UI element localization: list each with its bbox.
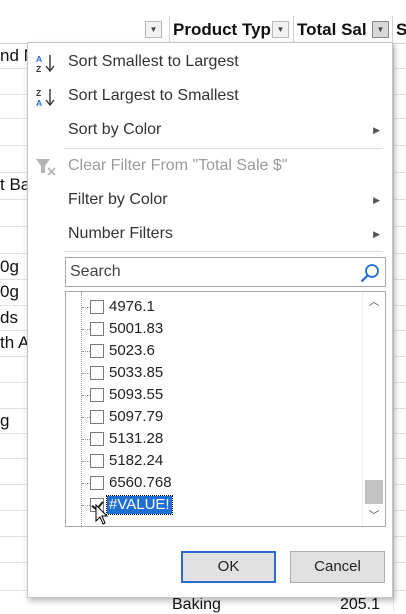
value-label: 5182.24 <box>109 452 164 469</box>
list-item[interactable]: 4976.1 <box>66 296 362 318</box>
tree-connector <box>82 417 90 418</box>
sort-descending-icon: Z A <box>36 88 55 107</box>
menu-label: Number Filters <box>68 225 173 242</box>
value-checkbox[interactable] <box>90 476 104 490</box>
value-checkbox[interactable] <box>90 388 104 402</box>
list-item[interactable]: 6560.768 <box>66 472 362 494</box>
tree-connector <box>82 461 90 462</box>
cell-text: t Ba <box>0 175 31 194</box>
list-item[interactable]: 5131.28 <box>66 428 362 450</box>
tree-connector <box>82 439 90 440</box>
cancel-button[interactable]: Cancel <box>290 551 385 583</box>
value-label: 6560.768 <box>109 474 172 491</box>
value-checkbox[interactable] <box>90 410 104 424</box>
svg-text:Z: Z <box>36 88 41 98</box>
scroll-down-arrow-icon[interactable]: ﹀ <box>363 506 385 526</box>
list-item[interactable]: 5001.83 <box>66 318 362 340</box>
menu-label: Sort by Color <box>68 121 162 138</box>
search-input[interactable] <box>66 258 356 286</box>
value-label: 5093.55 <box>109 386 164 403</box>
list-item[interactable]: 5093.55 <box>66 384 362 406</box>
sort-by-color-item[interactable]: Sort by Color ▶ <box>28 113 392 147</box>
svg-text:A: A <box>36 98 42 107</box>
submenu-arrow-icon: ▶ <box>373 229 380 239</box>
filter-by-color-item[interactable]: Filter by Color ▶ <box>28 183 392 217</box>
value-label: #VALUE! <box>106 495 173 515</box>
menu-separator <box>64 251 382 252</box>
value-label: 4976.1 <box>109 298 155 315</box>
sort-ascending-item[interactable]: A Z Sort Smallest to Largest <box>28 45 392 79</box>
filter-dropdown-button[interactable]: ▼ <box>272 21 289 38</box>
value-checkbox[interactable] <box>90 366 104 380</box>
cell-text: ds <box>0 308 18 327</box>
submenu-arrow-icon: ▶ <box>373 125 380 135</box>
svg-text:Z: Z <box>36 64 41 73</box>
value-label: 5097.79 <box>109 408 164 425</box>
list-item[interactable]: 5033.85 <box>66 362 362 384</box>
cell-text: th A <box>0 333 30 352</box>
header-cell-prev: ▼ <box>0 16 170 44</box>
tree-connector <box>82 373 90 374</box>
tree-connector <box>82 329 90 330</box>
cell-text: 0g <box>0 282 19 301</box>
value-label: 5001.83 <box>109 320 164 337</box>
list-item[interactable]: 5097.79 <box>66 406 362 428</box>
scroll-up-arrow-icon[interactable]: ︿ <box>363 292 385 312</box>
clear-filter-icon <box>36 159 56 176</box>
svg-text:A: A <box>36 54 42 64</box>
tree-connector <box>82 483 90 484</box>
sort-ascending-icon: A Z <box>36 54 55 73</box>
menu-label: Sort Smallest to Largest <box>68 53 239 70</box>
mouse-pointer-icon <box>95 504 109 525</box>
column-gridline <box>393 44 394 612</box>
value-checkbox[interactable] <box>90 432 104 446</box>
sort-descending-item[interactable]: Z A Sort Largest to Smallest <box>28 79 392 113</box>
list-item[interactable]: 5023.6 <box>66 340 362 362</box>
cell-category: Baking <box>172 596 221 613</box>
header-row: ▼ Product Typ ▼ Total Sal ▼ S <box>0 16 406 44</box>
list-item-selected[interactable]: #VALUE! <box>66 494 362 516</box>
submenu-arrow-icon: ▶ <box>373 195 380 205</box>
header-label: Product Typ <box>173 20 271 39</box>
search-icon[interactable] <box>359 262 381 284</box>
scrollbar-thumb[interactable] <box>365 480 383 504</box>
value-checkbox[interactable] <box>90 300 104 314</box>
menu-label: Filter by Color <box>68 191 168 208</box>
search-box <box>65 257 386 287</box>
list-item[interactable]: 5182.24 <box>66 450 362 472</box>
list-scrollbar[interactable]: ︿ ﹀ <box>362 292 385 526</box>
value-checkbox[interactable] <box>90 454 104 468</box>
header-cell-total-sale: Total Sal ▼ <box>294 16 393 44</box>
header-label: Total Sal <box>297 20 367 39</box>
value-label: 5033.85 <box>109 364 164 381</box>
menu-label: Sort Largest to Smallest <box>68 87 239 104</box>
cell-text: g <box>0 411 10 430</box>
filter-dropdown-button[interactable]: ▼ <box>145 21 162 38</box>
number-filters-item[interactable]: Number Filters ▶ <box>28 217 392 251</box>
value-label: 5131.28 <box>109 430 164 447</box>
filter-dropdown-button-active[interactable]: ▼ <box>372 21 389 38</box>
clear-filter-item[interactable]: Clear Filter From "Total Sale $" <box>28 149 392 183</box>
tree-connector <box>82 351 90 352</box>
cell-value: 205.1 <box>340 596 381 613</box>
value-checklist: 4976.1 5001.83 5023.6 5033.85 5093.55 50… <box>65 291 386 527</box>
value-checkbox[interactable] <box>90 322 104 336</box>
ok-button[interactable]: OK <box>181 551 276 583</box>
tree-connector <box>82 307 90 308</box>
value-label: 5023.6 <box>109 342 155 359</box>
tree-connector <box>82 505 90 506</box>
header-cell-product-type: Product Typ ▼ <box>170 16 294 44</box>
menu-label: Clear Filter From "Total Sale $" <box>68 157 288 174</box>
autofilter-panel: A Z Sort Smallest to Largest Z A Sort La… <box>27 42 393 598</box>
cell-text: 0g <box>0 257 19 276</box>
header-cell-next: S <box>393 16 406 44</box>
value-checkbox[interactable] <box>90 344 104 358</box>
tree-connector <box>82 395 90 396</box>
header-label: S <box>396 20 406 39</box>
